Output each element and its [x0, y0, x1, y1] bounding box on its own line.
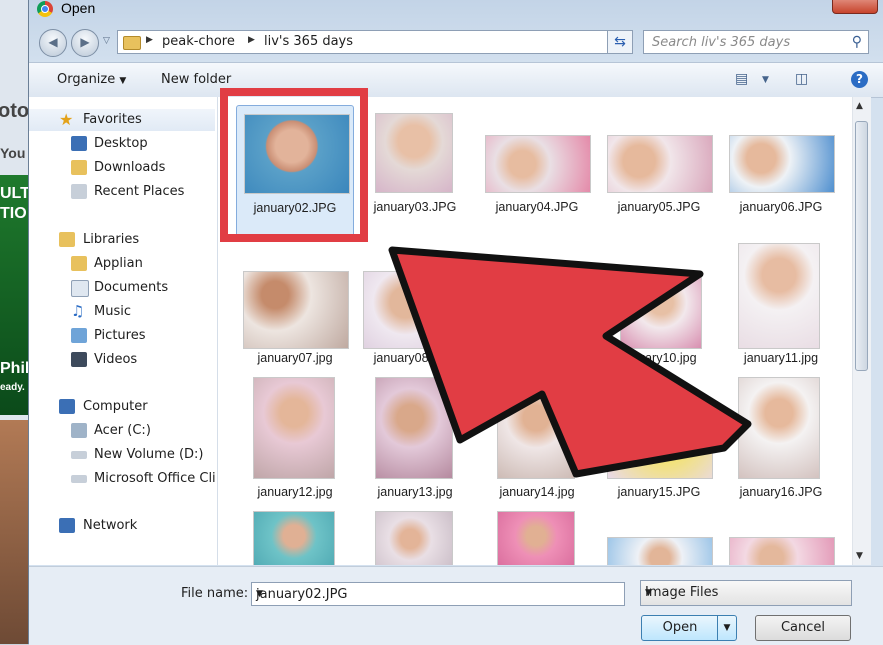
red-arrow-shape	[388, 246, 752, 478]
annotation-arrow	[388, 246, 752, 478]
